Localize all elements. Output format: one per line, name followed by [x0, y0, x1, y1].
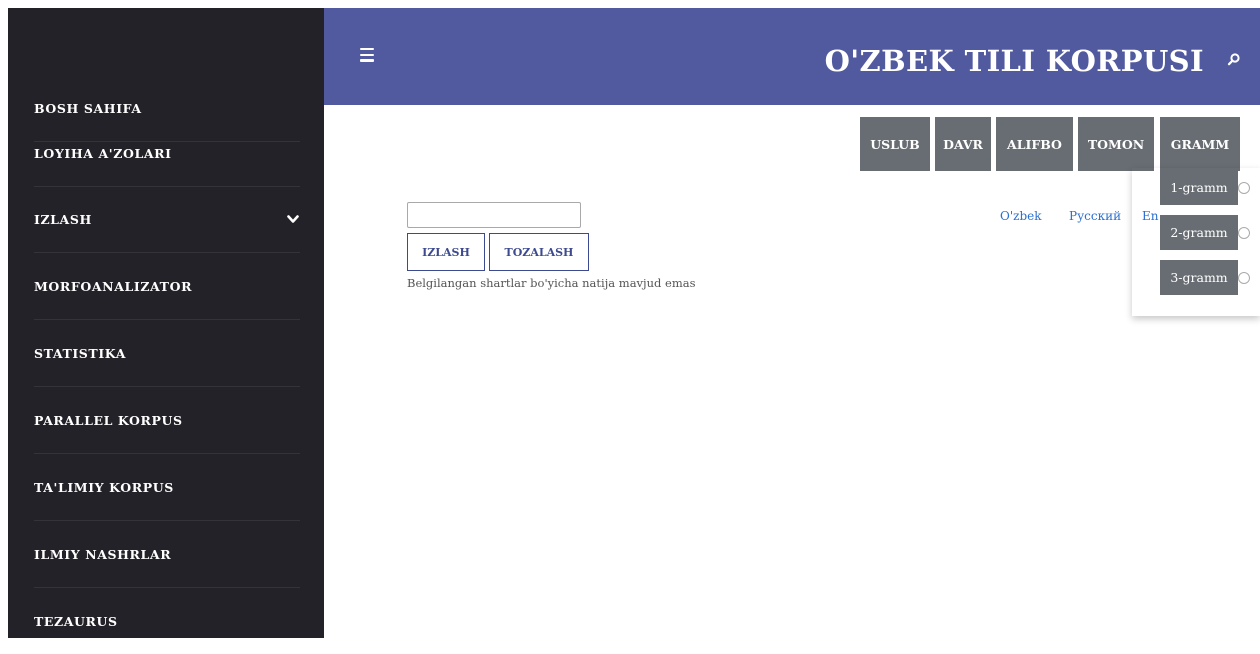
sidebar-item-label: MORFOANALIZATOR: [34, 278, 193, 294]
sidebar-item-label: IZLASH: [34, 211, 92, 227]
filter-uslub-button[interactable]: USLUB: [860, 117, 930, 171]
filter-tomon-button[interactable]: TOMON: [1078, 117, 1154, 171]
sidebar-item-label: STATISTIKA: [34, 345, 127, 361]
page-title: O'ZBEK TILI KORPUSI: [824, 44, 1204, 78]
sidebar-item-label: BOSH SAHIFA: [34, 100, 142, 116]
sidebar-item-label: ILMIY NASHRLAR: [34, 546, 172, 562]
gramm-radio-3[interactable]: [1238, 272, 1250, 284]
no-result-message: Belgilangan shartlar bo'yicha natija mav…: [407, 276, 696, 290]
sidebar-item-label: TA'LIMIY KORPUS: [34, 479, 174, 495]
lang-link-russian[interactable]: Русский: [1069, 209, 1121, 223]
hamburger-icon[interactable]: [360, 48, 374, 62]
search-input[interactable]: [407, 202, 581, 228]
sidebar-item-morfoanalizator[interactable]: MORFOANALIZATOR: [34, 253, 300, 320]
sidebar-item-parallel-korpus[interactable]: PARALLEL KORPUS: [34, 387, 300, 454]
sidebar: BOSH SAHIFA LOYIHA A'ZOLARI IZLASH MORFO…: [8, 8, 324, 638]
sidebar-item-talimiy-korpus[interactable]: TA'LIMIY KORPUS: [34, 454, 300, 521]
gramm-option-2[interactable]: 2-gramm: [1160, 215, 1238, 250]
top-header: O'ZBEK TILI KORPUSI: [324, 8, 1260, 105]
filter-davr-button[interactable]: DAVR: [935, 117, 991, 171]
gramm-radio-1[interactable]: [1238, 182, 1250, 194]
page: BOSH SAHIFA LOYIHA A'ZOLARI IZLASH MORFO…: [8, 8, 1260, 638]
gramm-option-3[interactable]: 3-gramm: [1160, 260, 1238, 295]
sidebar-item-statistika[interactable]: STATISTIKA: [34, 320, 300, 387]
filter-alifbo-button[interactable]: ALIFBO: [996, 117, 1073, 171]
sidebar-item-label: PARALLEL KORPUS: [34, 412, 183, 428]
search-icon[interactable]: [1226, 52, 1242, 68]
gramm-option-1[interactable]: 1-gramm: [1160, 170, 1238, 205]
sidebar-item-izlash[interactable]: IZLASH: [34, 186, 300, 253]
sidebar-item-loyiha-azolari[interactable]: LOYIHA A'ZOLARI: [34, 120, 300, 187]
search-button[interactable]: IZLASH: [407, 233, 485, 271]
filter-gramm-button[interactable]: GRAMM: [1160, 117, 1240, 171]
chevron-down-icon[interactable]: [286, 212, 300, 226]
gramm-radio-2[interactable]: [1238, 227, 1250, 239]
sidebar-item-ilmiy-nashrlar[interactable]: ILMIY NASHRLAR: [34, 521, 300, 588]
sidebar-item-label: TEZAURUS: [34, 613, 118, 629]
sidebar-item-tezaurus[interactable]: TEZAURUS: [34, 588, 300, 654]
clear-button[interactable]: TOZALASH: [489, 233, 589, 271]
lang-link-uzbek[interactable]: O'zbek: [1000, 209, 1042, 223]
sidebar-item-label: LOYIHA A'ZOLARI: [34, 145, 172, 161]
